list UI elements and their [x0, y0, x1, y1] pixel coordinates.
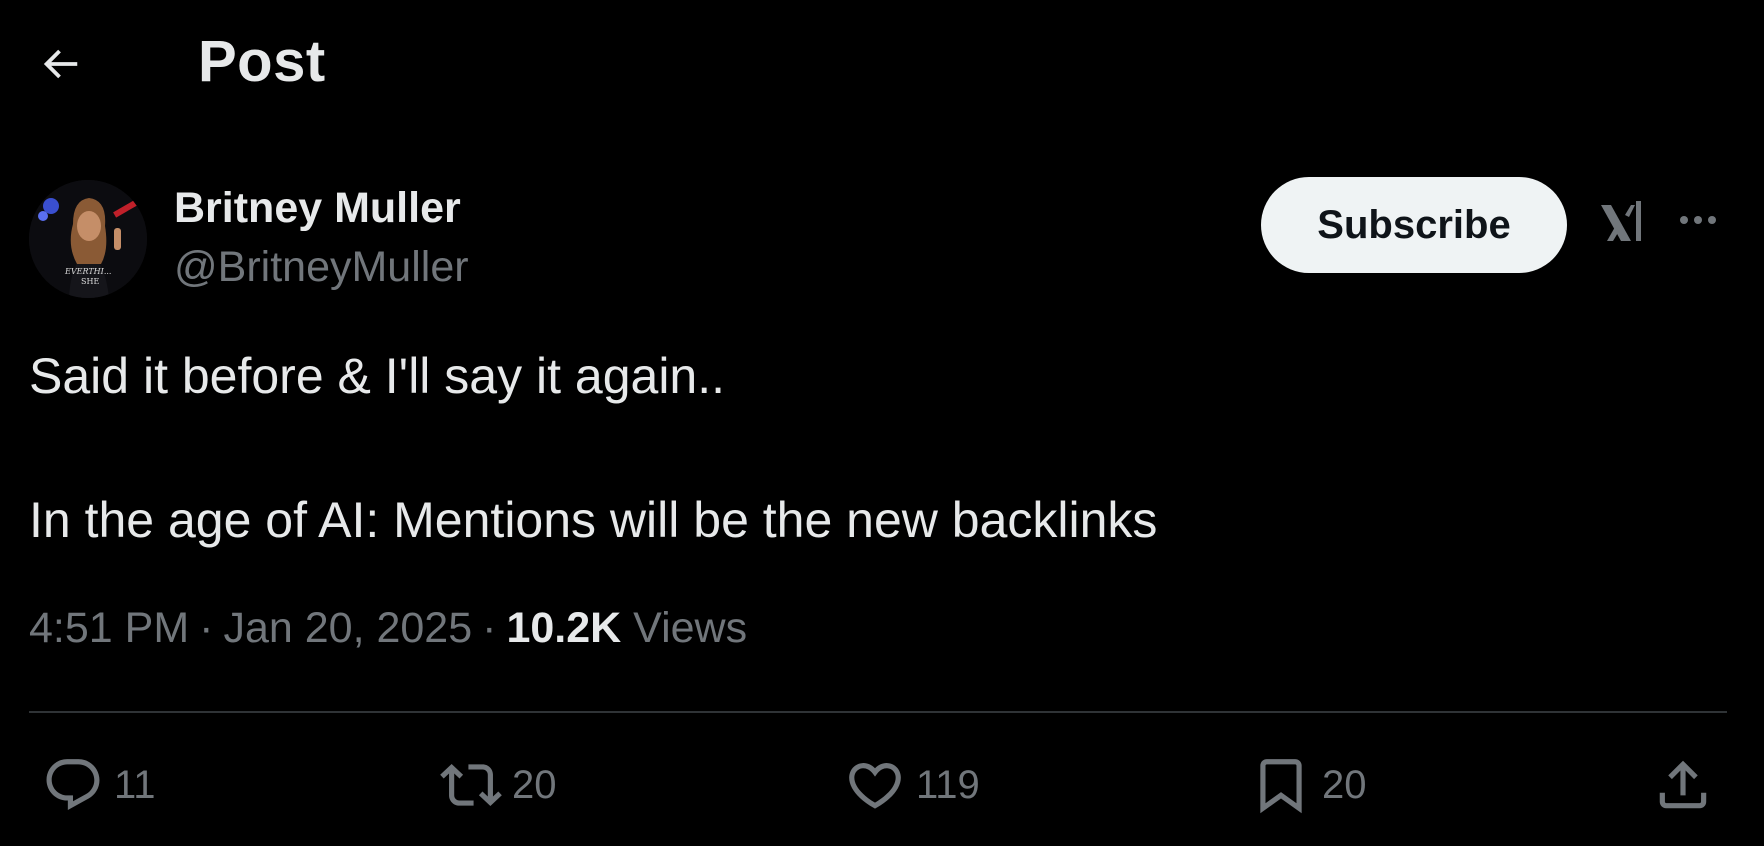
- post-meta: 4:51 PM · Jan 20, 2025 · 10.2K Views: [29, 604, 747, 653]
- views-label: Views: [633, 604, 748, 652]
- repost-count: 20: [512, 762, 557, 807]
- more-button[interactable]: [1670, 192, 1726, 248]
- arrow-left-icon: [43, 49, 78, 79]
- grok-button[interactable]: [1590, 192, 1650, 252]
- share-button[interactable]: [1652, 750, 1714, 820]
- avatar[interactable]: EVERTHI... SHE: [29, 180, 147, 298]
- author-row: EVERTHI... SHE Britney Muller @BritneyMu…: [0, 170, 1764, 300]
- share-icon: [1659, 760, 1707, 809]
- reply-icon: [46, 759, 100, 811]
- post-time[interactable]: 4:51 PM: [29, 604, 189, 652]
- reply-button[interactable]: 11: [42, 750, 156, 820]
- bookmark-icon: [1260, 759, 1302, 814]
- svg-text:SHE: SHE: [81, 277, 99, 286]
- more-horizontal-icon: [1680, 216, 1716, 224]
- meta-separator: ·: [482, 604, 497, 652]
- author-name[interactable]: Britney Muller: [174, 184, 461, 233]
- heart-icon: [849, 763, 901, 809]
- post-text-line: In the age of AI: Mentions will be the n…: [29, 492, 1158, 548]
- post-text: Said it before & I'll say it again.. In …: [29, 340, 1729, 556]
- avatar-image: EVERTHI... SHE: [29, 180, 147, 298]
- repost-icon: [440, 764, 502, 806]
- views-count[interactable]: 10.2K: [506, 604, 621, 652]
- author-handle[interactable]: @BritneyMuller: [174, 243, 469, 292]
- engagement-bar: 11 20 119 20: [0, 750, 1764, 820]
- back-button[interactable]: [30, 34, 90, 94]
- like-count: 119: [916, 762, 980, 807]
- grok-icon: [1601, 201, 1641, 241]
- divider: [29, 711, 1727, 713]
- header: Post: [0, 0, 1764, 130]
- bookmark-button[interactable]: 20: [1250, 750, 1367, 820]
- post-date[interactable]: Jan 20, 2025: [223, 604, 472, 652]
- meta-separator: ·: [199, 604, 214, 652]
- like-button[interactable]: 119: [844, 750, 980, 820]
- svg-text:EVERTHI...: EVERTHI...: [64, 267, 111, 276]
- post-text-line: Said it before & I'll say it again..: [29, 348, 726, 404]
- bookmark-count: 20: [1322, 762, 1367, 807]
- page-title: Post: [198, 29, 326, 94]
- reply-count: 11: [114, 762, 156, 807]
- subscribe-button[interactable]: Subscribe: [1261, 177, 1567, 273]
- repost-button[interactable]: 20: [440, 750, 557, 820]
